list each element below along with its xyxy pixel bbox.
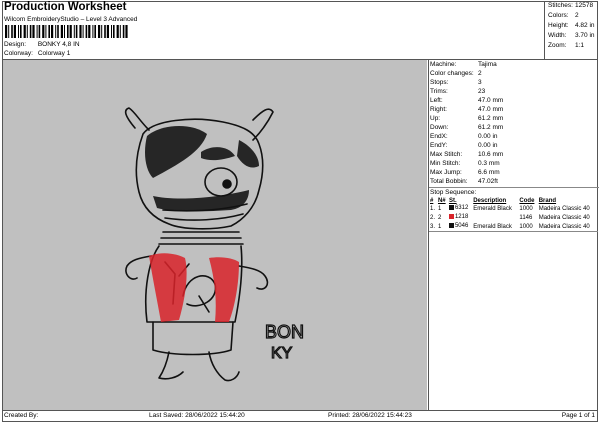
design-value: BONKY 4,8 IN (37, 41, 80, 48)
thread-description: Emerald Black (473, 223, 512, 230)
embroidery-design-drawing: BON KY (124, 107, 305, 382)
info-row: Max Jump: 6.6 mm (429, 168, 599, 177)
stitch-count: 6312 (448, 204, 472, 213)
info-label: Max Stitch: (430, 151, 463, 158)
seq-num: 3. (430, 223, 436, 230)
footer-printed: Printed: 28/06/2022 15:44:23 (328, 412, 412, 419)
info-row: Max Stitch: 10.6 mm (429, 150, 599, 159)
info-row: Min Stitch: 0.3 mm (429, 159, 599, 168)
info-row: Trims: 23 (429, 87, 599, 96)
info-label: Total Bobbin: (430, 178, 468, 185)
info-row: Right: 47.0 mm (429, 105, 599, 114)
info-value: 47.0 mm (478, 106, 504, 113)
stat-stitches: Stitches: 12578 (548, 2, 594, 9)
info-label: EndY: (430, 142, 448, 149)
info-row: Machine: Tajima (429, 60, 599, 69)
thread-code: 1146 (519, 214, 533, 221)
info-value: 2 (478, 70, 482, 77)
stitch-count: 5046 (448, 222, 472, 232)
colorway-value: Colorway 1 (37, 50, 71, 57)
colorway-row: Colorway: Colorway 1 (4, 50, 70, 57)
color-swatch (448, 214, 454, 220)
stitch-count-value: 1218 (454, 214, 469, 221)
info-label: Right: (430, 106, 447, 113)
info-value: 0.00 in (478, 142, 498, 149)
seq-num: 2. (430, 214, 436, 221)
info-value: 23 (478, 88, 486, 95)
info-row: Up: 61.2 mm (429, 114, 599, 123)
stitch-count: 1218 (448, 213, 472, 222)
info-value: Tajima (478, 61, 497, 68)
info-row: Color changes: 2 (429, 69, 599, 78)
table-row: 2. 2 1218 1146 Madeira Classic 40 (429, 213, 598, 222)
stop-sequence-title: Stop Sequence: (429, 187, 599, 197)
info-row: Down: 61.2 mm (429, 123, 599, 132)
stat-colors: Colors: 2 (548, 12, 579, 19)
info-label: Left: (430, 97, 443, 104)
info-value: 61.2 mm (478, 124, 504, 131)
stop-sequence-table: # N# St. Description Code Brand 1. 1 6312 E… (429, 198, 598, 232)
thread-code: 1000 (519, 205, 533, 212)
table-row: 3. 1 5046 Emerald Black 1000 Madeira Classic … (429, 222, 598, 232)
thread-description (472, 213, 518, 222)
needle-number: 1 (437, 205, 442, 212)
stat-width: Width: 3.70 in (548, 32, 595, 39)
colorway-label: Colorway: (4, 50, 33, 57)
needle-number: 1 (437, 223, 442, 230)
stats-box: Stitches: 12578 Colors: 2 Height: 4.82 in W… (544, 1, 599, 59)
thread-brand: Madeira Classic 40 (538, 223, 590, 230)
stitch-count-value: 6312 (454, 205, 469, 212)
info-row: Left: 47.0 mm (429, 96, 599, 105)
info-value: 0.00 in (478, 133, 498, 140)
info-value: 61.2 mm (478, 115, 504, 122)
design-lettering-line2: KY (271, 345, 293, 362)
info-value: 47.02ft (478, 178, 498, 185)
info-row: Stops: 3 (429, 78, 599, 87)
info-row: EndX: 0.00 in (429, 132, 599, 141)
info-label: Color changes: (430, 70, 474, 77)
info-value: 6.6 mm (478, 169, 500, 176)
design-row: Design: BONKY 4,8 IN (4, 41, 80, 48)
info-row: EndY: 0.00 in (429, 141, 599, 150)
footer-created-by: Created By: (4, 412, 39, 419)
design-preview-canvas: BON KY (3, 60, 427, 410)
info-value: 3 (478, 79, 482, 86)
stat-zoom: Zoom: 1:1 (548, 42, 585, 49)
info-label: Down: (430, 124, 449, 131)
software-subtitle: Wilcom EmbroideryStudio – Level 3 Advanc… (4, 16, 138, 23)
design-label: Design: (4, 41, 27, 48)
info-row: Total Bobbin: 47.02ft (429, 177, 599, 186)
design-lettering-line1: BON (265, 322, 304, 342)
info-label: Trims: (430, 88, 448, 95)
info-label: Stops: (430, 79, 449, 86)
needle-number: 2 (437, 214, 442, 221)
stat-height: Height: 4.82 in (548, 22, 595, 29)
thread-brand: Madeira Classic 40 (538, 205, 590, 212)
footer-page-number: Page 1 of 1 (561, 412, 595, 419)
page-title: Production Worksheet (4, 1, 127, 13)
info-label: Max Jump: (430, 169, 462, 176)
footer-last-saved: Last Saved: 28/06/2022 15:44:20 (149, 412, 245, 419)
footer: Created By: Last Saved: 28/06/2022 15:44… (2, 411, 598, 421)
info-value: 0.3 mm (478, 160, 500, 167)
info-label: Machine: (430, 61, 457, 68)
thread-brand: Madeira Classic 40 (538, 214, 590, 221)
machine-info-panel: Machine: Tajima Color changes: 2 Stops: 3 Trim… (428, 60, 599, 410)
thread-code: 1000 (519, 223, 533, 230)
color-swatch (448, 205, 454, 211)
seq-num: 1. (430, 205, 436, 212)
info-value: 10.6 mm (478, 151, 504, 158)
info-label: Min Stitch: (430, 160, 461, 167)
stitch-count-value: 5046 (454, 223, 469, 230)
info-label: Up: (430, 115, 441, 122)
info-value: 47.0 mm (478, 97, 504, 104)
info-label: EndX: (430, 133, 448, 140)
thread-description: Emerald Black (473, 205, 512, 212)
table-row: 1. 1 6312 Emerald Black 1000 Madeira Classic … (429, 204, 598, 213)
barcode (5, 25, 128, 38)
color-swatch (448, 223, 454, 229)
